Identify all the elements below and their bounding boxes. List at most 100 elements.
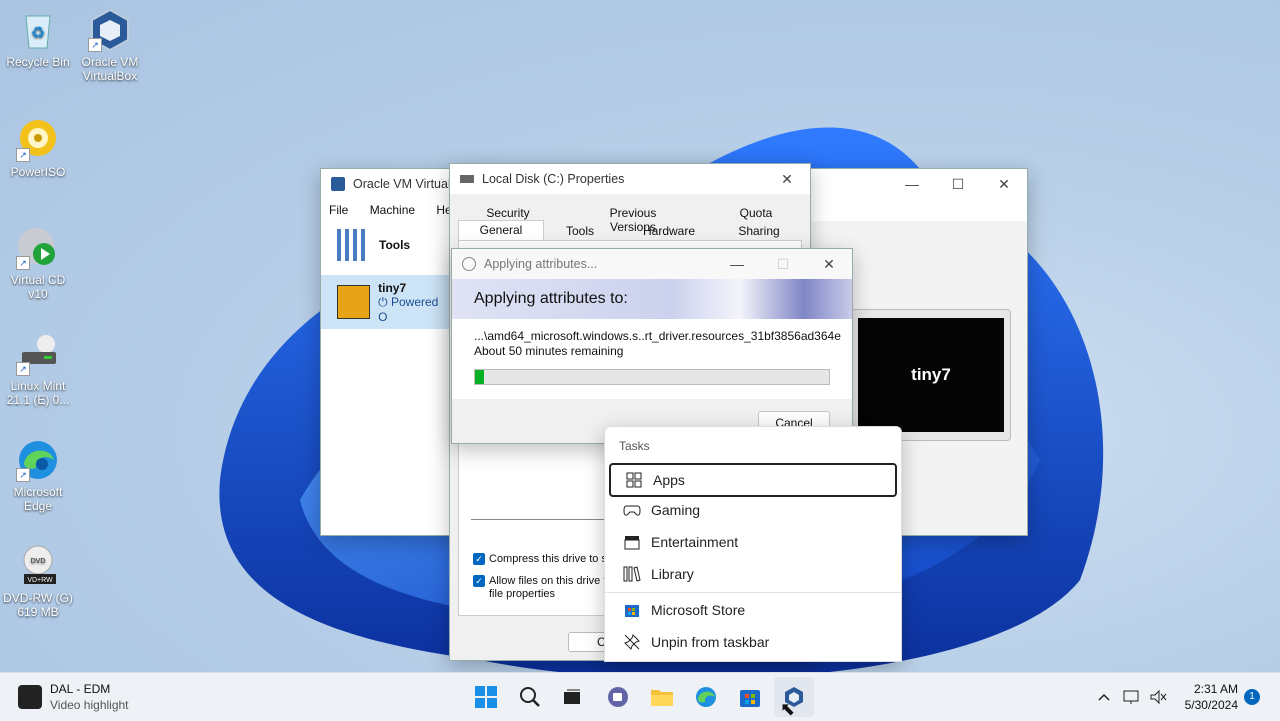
show-hidden-icons-button[interactable]: [1092, 673, 1116, 721]
chat-icon: [598, 677, 638, 717]
clock-icon: [462, 257, 476, 271]
desktop-icon-label: Recycle Bin: [6, 55, 70, 69]
edge-icon: ↗: [16, 438, 60, 482]
applying-heading: Applying attributes to:: [452, 279, 852, 319]
teams-chat-button[interactable]: [598, 673, 638, 721]
notification-badge[interactable]: 1: [1244, 689, 1260, 705]
close-button[interactable]: ✕: [764, 164, 810, 194]
vm-os-icon: [337, 285, 371, 319]
props-titlebar: Local Disk (C:) Properties ✕: [450, 164, 810, 194]
menu-machine[interactable]: Machine: [370, 203, 415, 217]
desktop-icon-virtual-cd[interactable]: ↗ Virtual CD v10: [0, 226, 76, 301]
edge-icon: [686, 677, 726, 717]
desktop-icon-linux-mint-drive[interactable]: ↗ Linux Mint 21.1 (E) 0...: [0, 332, 76, 407]
progress-bar: [474, 369, 830, 385]
dvd-drive-icon: DVD VD+RW: [16, 544, 60, 588]
network-icon: [1120, 677, 1144, 717]
desktop-icon-label: Linux Mint 21.1 (E) 0...: [6, 379, 70, 407]
vm-preview-frame: tiny7: [851, 309, 1011, 441]
tab-hardware[interactable]: Hardware: [632, 224, 706, 238]
tools-label: Tools: [379, 238, 411, 252]
jump-item-library[interactable]: Library: [609, 559, 897, 589]
search-button[interactable]: [510, 673, 550, 721]
jump-item-apps[interactable]: Apps: [609, 463, 897, 497]
jump-item-label: Gaming: [651, 502, 701, 518]
vbox-window-title: Oracle VM VirtualB: [353, 177, 460, 191]
index-label: Allow files on this drive to: [489, 575, 613, 587]
virtualbox-icon: ↗: [88, 8, 132, 52]
jump-item-gaming[interactable]: Gaming: [609, 495, 897, 525]
tab-tools[interactable]: Tools: [550, 224, 610, 238]
jump-item-label: Unpin from taskbar: [651, 634, 770, 650]
maximize-button: ☐: [776, 255, 790, 272]
vm-state: Powered O: [378, 294, 439, 324]
props-window-title: Local Disk (C:) Properties: [482, 172, 625, 186]
desktop-icon-virtualbox[interactable]: ↗ Oracle VM VirtualBox: [72, 8, 148, 83]
svg-text:DVD: DVD: [31, 558, 46, 565]
jump-item-label: Library: [651, 566, 694, 582]
index-checkbox-row[interactable]: ✓ Allow files on this drive to file prope…: [473, 575, 613, 601]
recycle-bin-icon: ♻: [16, 8, 60, 52]
desktop-icon-poweriso[interactable]: ↗ PowerISO: [0, 118, 76, 179]
shortcut-arrow-icon: ↗: [88, 38, 102, 52]
shortcut-arrow-icon: ↗: [16, 362, 30, 376]
drive-icon: ↗: [16, 332, 60, 376]
volume-button[interactable]: [1146, 673, 1170, 721]
minimize-button[interactable]: —: [714, 249, 760, 279]
jump-list-divider: [605, 592, 901, 593]
file-explorer-button[interactable]: [642, 673, 682, 721]
microsoft-store-icon: [730, 677, 770, 717]
jump-list-header: Tasks: [619, 439, 650, 453]
shortcut-arrow-icon: ↗: [16, 148, 30, 162]
taskbar: DAL - EDM Video highlight ⬉ 2:31 AM 5/30…: [0, 672, 1280, 721]
progress-fill: [475, 370, 484, 384]
task-view-button[interactable]: [552, 673, 592, 721]
widget-title: DAL - EDM: [50, 682, 111, 696]
clock[interactable]: 2:31 AM 5/30/2024: [1176, 681, 1238, 713]
index-label-2: file properties: [489, 588, 556, 600]
menu-file[interactable]: File: [329, 203, 348, 217]
widgets-button[interactable]: DAL - EDM Video highlight: [18, 681, 129, 713]
vm-name: tiny7: [378, 280, 407, 295]
desktop-icon-label: Virtual CD v10: [10, 273, 66, 301]
close-button[interactable]: ✕: [806, 249, 852, 279]
compress-checkbox-row[interactable]: ✓ Compress this drive to sa: [473, 553, 614, 566]
tab-sharing[interactable]: Sharing: [724, 224, 794, 238]
vbox-sidebar: Tools tiny7 ⏻ Powered O: [321, 221, 449, 535]
tab-quota[interactable]: Quota: [726, 206, 786, 220]
divider: [471, 519, 611, 520]
task-view-icon: [552, 677, 592, 717]
desktop-icon-label: PowerISO: [10, 165, 66, 179]
desktop-icon-dvd-drive[interactable]: DVD VD+RW DVD-RW (G) 619 MB: [0, 544, 76, 619]
clapper-icon: [619, 534, 645, 550]
clock-time: 2:31 AM: [1193, 682, 1238, 696]
network-button[interactable]: [1120, 673, 1144, 721]
widget-subtitle: Video highlight: [50, 698, 129, 712]
jump-item-entertainment[interactable]: Entertainment: [609, 527, 897, 557]
compress-label: Compress this drive to sa: [489, 553, 614, 565]
store-taskbar-button[interactable]: [730, 673, 770, 721]
tab-general[interactable]: General: [458, 220, 544, 241]
checkbox-checked-icon: ✓: [473, 553, 485, 566]
vm-list-item-tiny7[interactable]: tiny7 ⏻ Powered O: [321, 275, 449, 329]
start-button[interactable]: [466, 673, 506, 721]
tools-item[interactable]: Tools: [321, 221, 449, 269]
checkbox-checked-icon: ✓: [473, 575, 485, 588]
edge-taskbar-button[interactable]: [686, 673, 726, 721]
desktop-icon-label: DVD-RW (G) 619 MB: [3, 591, 73, 619]
desktop-icon-recycle-bin[interactable]: ♻ Recycle Bin: [0, 8, 76, 69]
disk-drive-icon: [460, 175, 474, 183]
minimize-button[interactable]: —: [889, 169, 935, 199]
nhl-logo-icon: [18, 685, 42, 709]
vm-preview-label: tiny7: [858, 318, 1004, 432]
desktop-icon-label: Oracle VM VirtualBox: [81, 55, 139, 83]
jump-item-microsoft-store[interactable]: Microsoft Store: [609, 595, 897, 625]
close-button[interactable]: ✕: [981, 169, 1027, 199]
desktop-icon-edge[interactable]: ↗ Microsoft Edge: [0, 438, 76, 513]
poweriso-disc-icon: ↗: [16, 118, 60, 162]
jump-item-unpin[interactable]: Unpin from taskbar: [609, 627, 897, 657]
search-icon: [510, 677, 550, 717]
tab-security[interactable]: Security: [478, 206, 538, 220]
tools-icon: [337, 229, 369, 261]
maximize-button[interactable]: ☐: [935, 169, 981, 199]
